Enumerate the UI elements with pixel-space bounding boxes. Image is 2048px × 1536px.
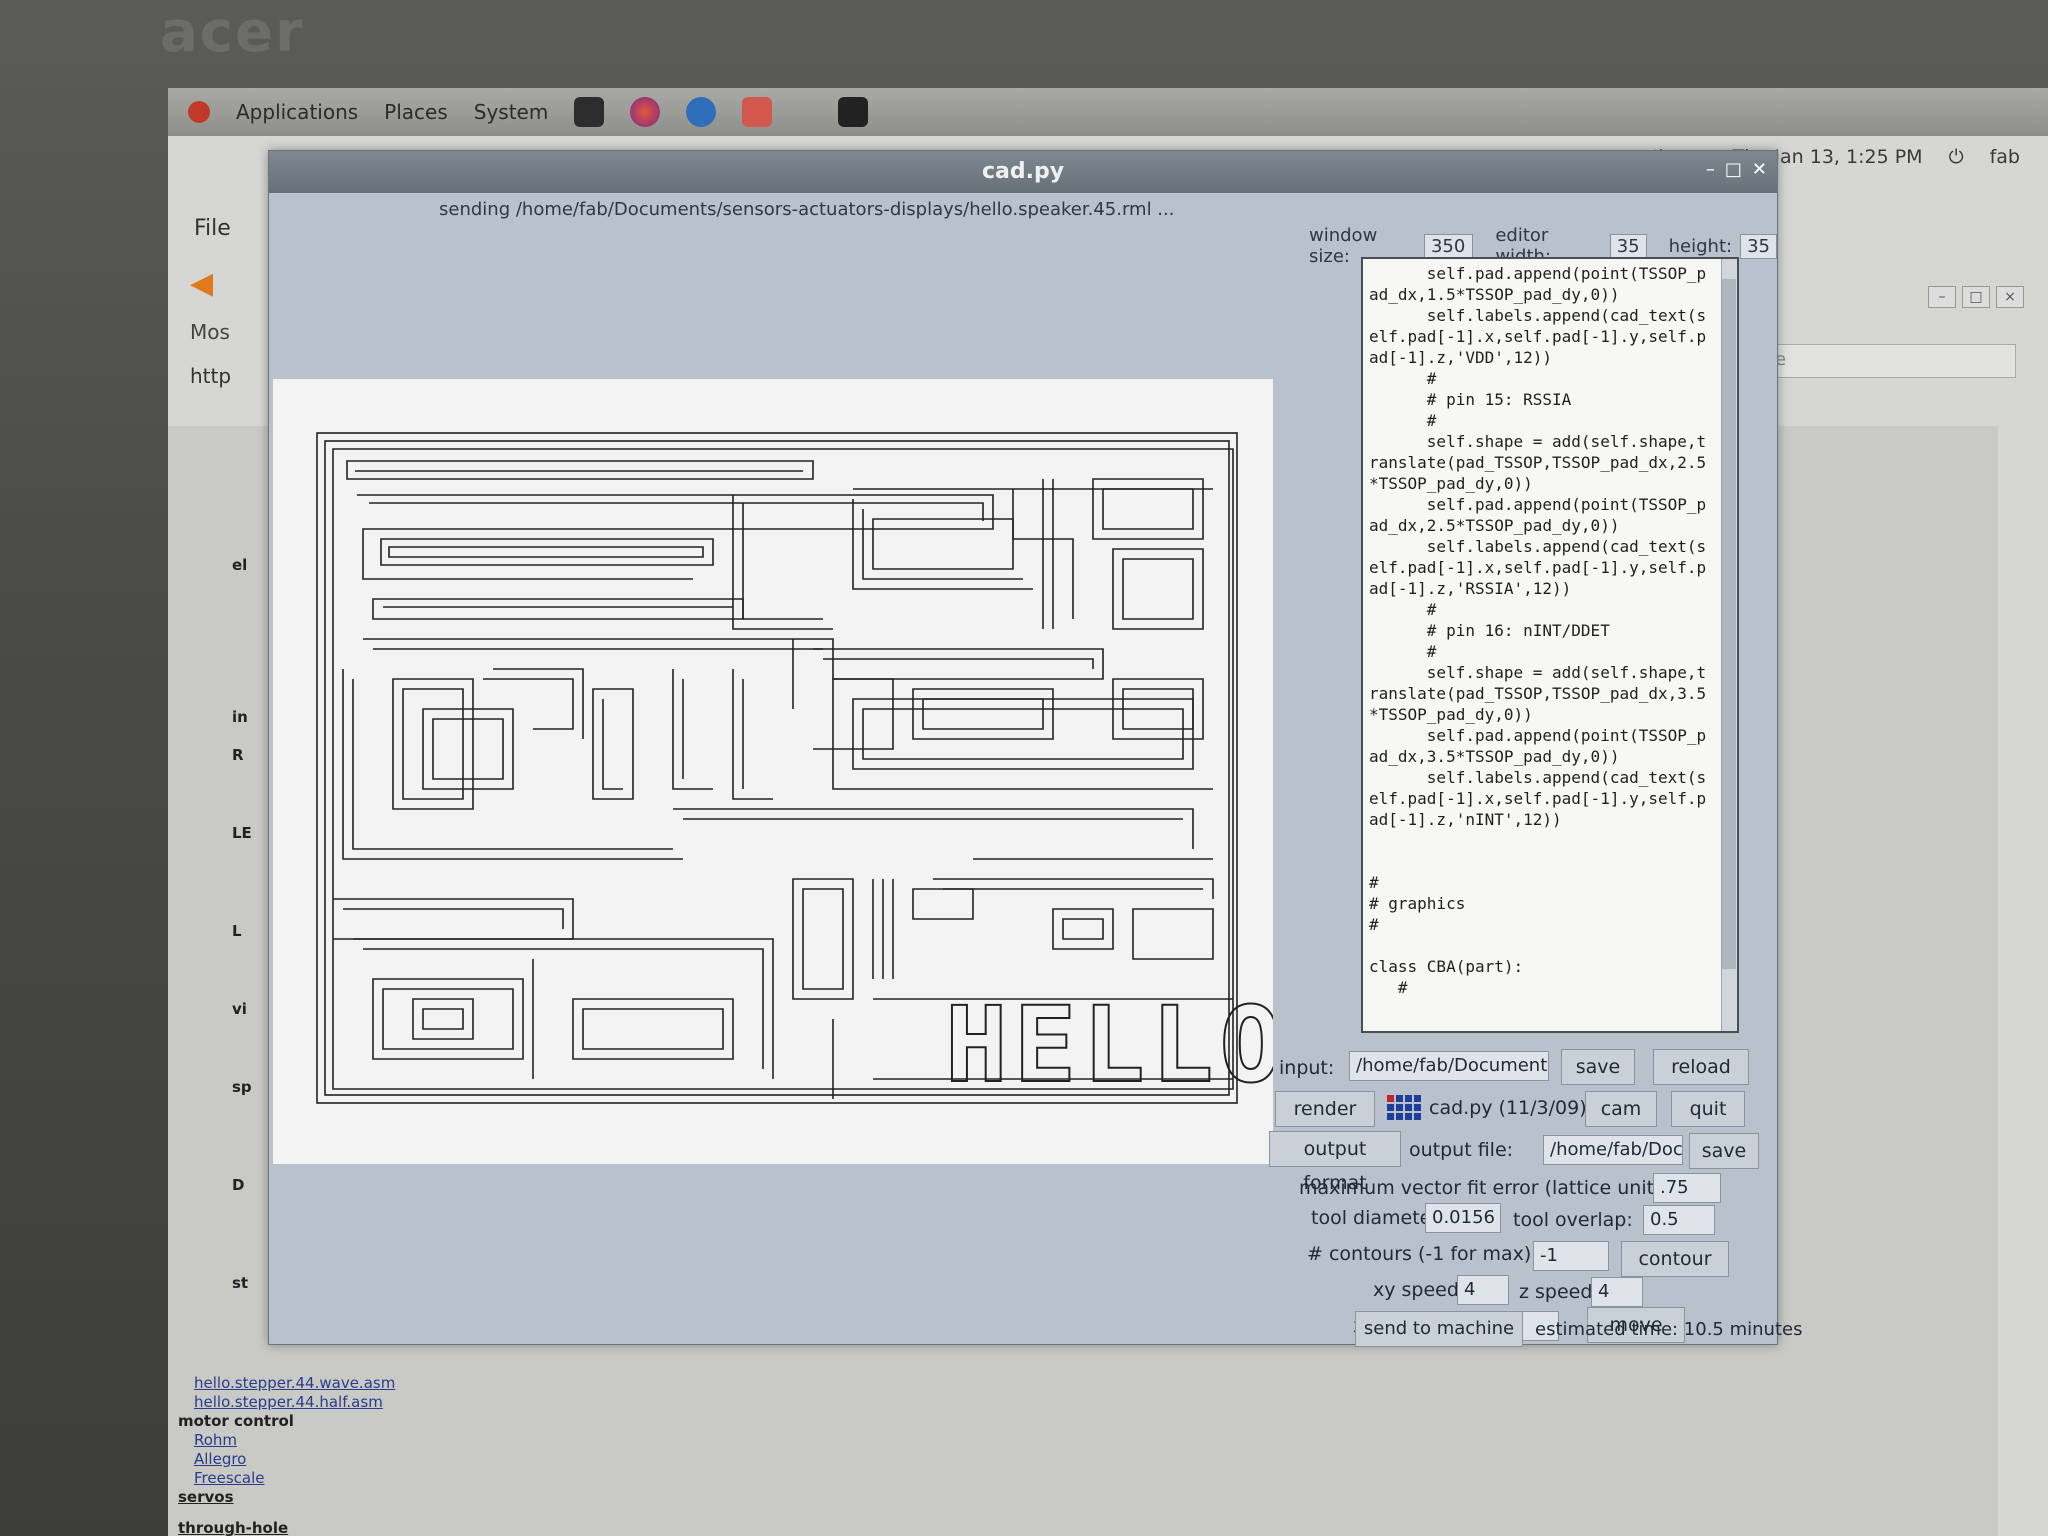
- z-speed-label: z speed:: [1519, 1281, 1599, 1303]
- sidebar-links: hello.stepper.44.wave.asm hello.stepper.…: [178, 1374, 395, 1536]
- cam-button[interactable]: cam: [1585, 1091, 1657, 1127]
- through-hole-link[interactable]: through-hole: [178, 1519, 395, 1536]
- send-to-machine-button[interactable]: send to machine: [1355, 1311, 1523, 1347]
- freescale-link[interactable]: Freescale: [178, 1469, 395, 1488]
- max-error-field[interactable]: .75: [1653, 1173, 1721, 1203]
- output-file-label: output file:: [1409, 1139, 1514, 1161]
- back-arrow-icon[interactable]: ◀: [190, 266, 224, 301]
- sidebar-heading: L: [232, 922, 242, 940]
- maximize-icon[interactable]: □: [1962, 286, 1990, 308]
- input-save-button[interactable]: save: [1561, 1049, 1635, 1085]
- power-icon[interactable]: ⏻: [1949, 146, 1964, 168]
- sidebar-heading: R: [232, 746, 244, 764]
- rohm-link[interactable]: Rohm: [178, 1431, 395, 1450]
- sidebar-heading: vi: [232, 1000, 247, 1018]
- tool-diameter-field[interactable]: 0.0156: [1425, 1203, 1501, 1233]
- allegro-link[interactable]: Allegro: [178, 1450, 395, 1469]
- places-menu[interactable]: Places: [384, 100, 448, 124]
- tool-overlap-field[interactable]: 0.5: [1643, 1205, 1715, 1235]
- max-error-label: maximum vector fit error (lattice units)…: [1299, 1177, 1678, 1199]
- sidebar-heading: sp: [232, 1078, 252, 1096]
- sidebar-heading: st: [232, 1274, 249, 1292]
- applications-menu[interactable]: Applications: [236, 100, 358, 124]
- top-panel: Applications Places System: [168, 88, 2048, 136]
- status-message: sending /home/fab/Documents/sensors-actu…: [439, 199, 1175, 220]
- quit-button[interactable]: quit: [1671, 1091, 1745, 1127]
- control-panel: input: /home/fab/Documents/ save reload …: [1269, 151, 1779, 1346]
- browser-window-controls: – □ ×: [1928, 286, 2024, 308]
- browser-search-field[interactable]: e: [1766, 344, 2016, 378]
- sidebar-heading: D: [232, 1176, 245, 1194]
- user-name[interactable]: fab: [1990, 146, 2020, 168]
- z-speed-field[interactable]: 4: [1591, 1277, 1643, 1307]
- board-label-text: HELLO: [945, 984, 1273, 1106]
- file-link[interactable]: hello.stepper.44.wave.asm: [178, 1374, 395, 1393]
- browser-tab[interactable]: Mos: [190, 320, 230, 344]
- sidebar-heading: LE: [232, 824, 252, 842]
- servos-link[interactable]: servos: [178, 1488, 395, 1507]
- input-path-field[interactable]: /home/fab/Documents/: [1349, 1051, 1549, 1081]
- network-launcher-icon[interactable]: [742, 97, 773, 127]
- browser-file-menu[interactable]: File: [194, 216, 231, 241]
- app-version-label: cad.py (11/3/09): [1429, 1097, 1587, 1119]
- contour-button[interactable]: contour: [1621, 1241, 1729, 1277]
- estimated-time-label: estimated time: 10.5 minutes: [1535, 1319, 1803, 1340]
- terminal-launcher-icon[interactable]: [574, 97, 605, 127]
- screen: Applications Places System File ◀ Mos ht…: [168, 88, 2048, 1536]
- tool-overlap-label: tool overlap:: [1513, 1209, 1633, 1231]
- cba-logo-icon: [1387, 1095, 1421, 1120]
- close-icon[interactable]: ×: [1996, 286, 2024, 308]
- xy-speed-field[interactable]: 4: [1457, 1275, 1509, 1305]
- render-canvas[interactable]: HELLO: [273, 379, 1273, 1164]
- input-label: input:: [1279, 1057, 1335, 1079]
- sidebar-heading: in: [232, 708, 248, 726]
- text-editor-launcher-icon[interactable]: [838, 97, 869, 127]
- render-button[interactable]: render: [1275, 1091, 1375, 1127]
- reload-button[interactable]: reload: [1653, 1049, 1749, 1085]
- output-format-button[interactable]: output format: [1269, 1131, 1401, 1194]
- help-launcher-icon[interactable]: [686, 97, 717, 127]
- minimize-icon[interactable]: –: [1928, 286, 1956, 308]
- xy-speed-label: xy speed:: [1373, 1279, 1466, 1301]
- output-file-field[interactable]: /home/fab/Docu: [1543, 1135, 1683, 1165]
- browser-url-field[interactable]: http: [190, 364, 231, 388]
- monitor-brand-logo: acer: [160, 0, 305, 65]
- system-menu[interactable]: System: [474, 100, 549, 124]
- cad-window: cad.py – □ ✕ sending /home/fab/Documents…: [268, 150, 1802, 1347]
- toolpath-drawing: HELLO: [316, 432, 1273, 1107]
- motor-control-heading: motor control: [178, 1412, 294, 1430]
- file-link[interactable]: hello.stepper.44.half.asm: [178, 1393, 395, 1412]
- gnome-foot-icon[interactable]: [188, 101, 210, 123]
- output-save-button[interactable]: save: [1689, 1133, 1759, 1169]
- contours-field[interactable]: -1: [1533, 1241, 1609, 1271]
- sidebar-heading: el: [232, 556, 248, 574]
- firefox-launcher-icon[interactable]: [630, 97, 661, 127]
- contours-label: # contours (-1 for max):: [1307, 1243, 1538, 1265]
